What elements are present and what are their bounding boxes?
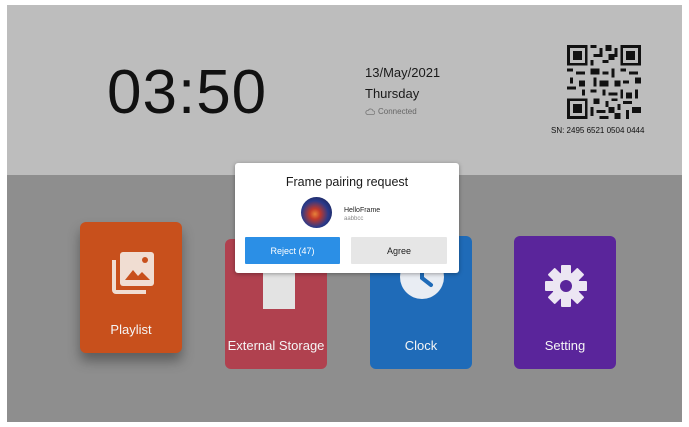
pairing-dialog: Frame pairing request HelloFrame aabbcc … [235, 163, 459, 273]
current-time: 03:50 [107, 58, 268, 127]
current-date: 13/May/2021 [365, 65, 441, 80]
reject-button[interactable]: Reject (47) [245, 237, 340, 264]
connection-label: Connected [378, 107, 417, 116]
cloud-icon [365, 108, 375, 115]
qr-code[interactable] [567, 45, 641, 119]
playlist-label: Playlist [110, 322, 152, 337]
status-header: 03:50 13/May/2021 Thursday Connected SN:… [7, 5, 682, 175]
current-weekday: Thursday [365, 86, 420, 101]
device-id: aabbcc [344, 216, 364, 222]
dialog-title: Frame pairing request [285, 175, 409, 189]
clock-label: Clock [404, 338, 438, 353]
frame-screen: 03:50 13/May/2021 Thursday Connected SN:… [7, 5, 682, 422]
gear-icon [545, 265, 587, 307]
serial-number: SN: 2495 6521 0504 0444 [551, 126, 645, 135]
playlist-tile[interactable]: Playlist [80, 222, 182, 353]
setting-label: Setting [544, 338, 586, 353]
gallery-icon [112, 252, 154, 294]
external-storage-label: External Storage [227, 338, 325, 353]
setting-tile[interactable]: Setting [514, 236, 616, 369]
agree-button[interactable]: Agree [351, 237, 447, 264]
device-name: HelloFrame [344, 207, 381, 214]
avatar [301, 197, 332, 228]
connection-status: Connected [365, 107, 417, 116]
